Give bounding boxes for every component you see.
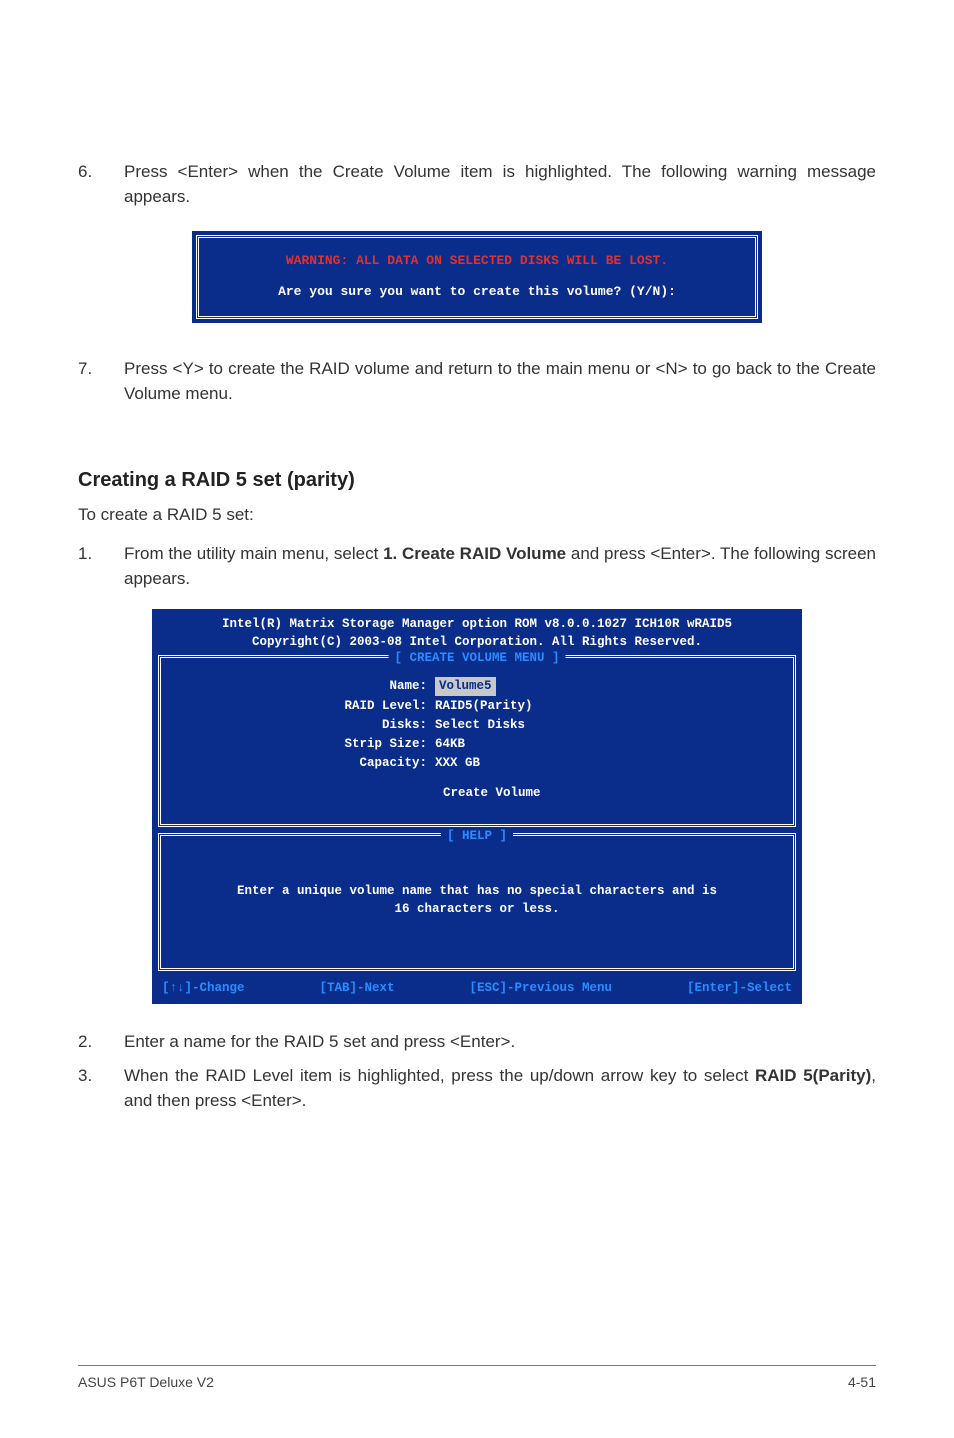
warning-dialog-wrap: WARNING: ALL DATA ON SELECTED DISKS WILL… (78, 231, 876, 323)
footer-left: ASUS P6T Deluxe V2 (78, 1372, 214, 1392)
help-panel: [ HELP ] Enter a unique volume name that… (158, 833, 796, 971)
step-number: 7. (78, 357, 124, 406)
page-footer: ASUS P6T Deluxe V2 4-51 (0, 1355, 954, 1438)
section-heading: Creating a RAID 5 set (parity) (78, 466, 876, 495)
warning-text: WARNING: ALL DATA ON SELECTED DISKS WILL… (209, 252, 745, 271)
step-number: 1. (78, 542, 124, 591)
field-label: Strip Size: (175, 735, 435, 753)
step-6: 6. Press <Enter> when the Create Volume … (78, 160, 876, 209)
field-value[interactable]: Select Disks (435, 716, 525, 734)
panel-title: [ HELP ] (441, 827, 513, 845)
hint-previous: [ESC]-Previous Menu (469, 979, 612, 997)
help-line-2: 16 characters or less. (394, 902, 559, 916)
help-line-1: Enter a unique volume name that has no s… (237, 884, 717, 898)
bios-title-1: Intel(R) Matrix Storage Manager option R… (156, 615, 798, 633)
panel-title: [ CREATE VOLUME MENU ] (388, 649, 565, 667)
section-subtext: To create a RAID 5 set: (78, 503, 876, 528)
field-capacity: Capacity: XXX GB (175, 754, 779, 772)
step-text-prefix: When the RAID Level item is highlighted,… (124, 1066, 755, 1085)
field-disks: Disks: Select Disks (175, 716, 779, 734)
help-text: Enter a unique volume name that has no s… (175, 854, 779, 946)
field-label: Name: (175, 677, 435, 695)
warning-dialog: WARNING: ALL DATA ON SELECTED DISKS WILL… (192, 231, 762, 323)
field-value-selected[interactable]: Volume5 (435, 677, 496, 695)
step-text: From the utility main menu, select 1. Cr… (124, 542, 876, 591)
step-text-bold: RAID 5(Parity) (755, 1066, 871, 1085)
bios-screenshot: Intel(R) Matrix Storage Manager option R… (152, 609, 802, 1003)
field-strip-size: Strip Size: 64KB (175, 735, 779, 753)
create-volume-action[interactable]: Create Volume (175, 784, 779, 802)
footer-rule (78, 1365, 876, 1366)
field-label: RAID Level: (175, 697, 435, 715)
create-volume-panel: [ CREATE VOLUME MENU ] Name: Volume5 RAI… (158, 655, 796, 827)
footer-right: 4-51 (848, 1372, 876, 1392)
bios-screenshot-wrap: Intel(R) Matrix Storage Manager option R… (78, 609, 876, 1003)
hint-change: [↑↓]-Change (162, 979, 245, 997)
bios-footer: [↑↓]-Change [TAB]-Next [ESC]-Previous Me… (152, 977, 802, 1003)
step-text-prefix: From the utility main menu, select (124, 544, 383, 563)
step-2: 2. Enter a name for the RAID 5 set and p… (78, 1030, 876, 1055)
bios-header: Intel(R) Matrix Storage Manager option R… (152, 609, 802, 653)
field-label: Disks: (175, 716, 435, 734)
step-text-bold: 1. Create RAID Volume (383, 544, 566, 563)
step-1: 1. From the utility main menu, select 1.… (78, 542, 876, 591)
hint-next: [TAB]-Next (319, 979, 394, 997)
field-value[interactable]: XXX GB (435, 754, 480, 772)
warning-dialog-inner: WARNING: ALL DATA ON SELECTED DISKS WILL… (196, 235, 758, 319)
field-value[interactable]: RAID5(Parity) (435, 697, 533, 715)
step-number: 3. (78, 1064, 124, 1113)
hint-select: [Enter]-Select (687, 979, 792, 997)
field-label: Capacity: (175, 754, 435, 772)
step-number: 2. (78, 1030, 124, 1055)
step-number: 6. (78, 160, 124, 209)
step-text: When the RAID Level item is highlighted,… (124, 1064, 876, 1113)
step-7: 7. Press <Y> to create the RAID volume a… (78, 357, 876, 406)
field-name: Name: Volume5 (175, 677, 779, 695)
step-text: Enter a name for the RAID 5 set and pres… (124, 1030, 876, 1055)
step-text: Press <Y> to create the RAID volume and … (124, 357, 876, 406)
step-text: Press <Enter> when the Create Volume ite… (124, 160, 876, 209)
field-raid-level: RAID Level: RAID5(Parity) (175, 697, 779, 715)
confirm-text: Are you sure you want to create this vol… (209, 283, 745, 302)
field-value[interactable]: 64KB (435, 735, 465, 753)
step-3: 3. When the RAID Level item is highlight… (78, 1064, 876, 1113)
